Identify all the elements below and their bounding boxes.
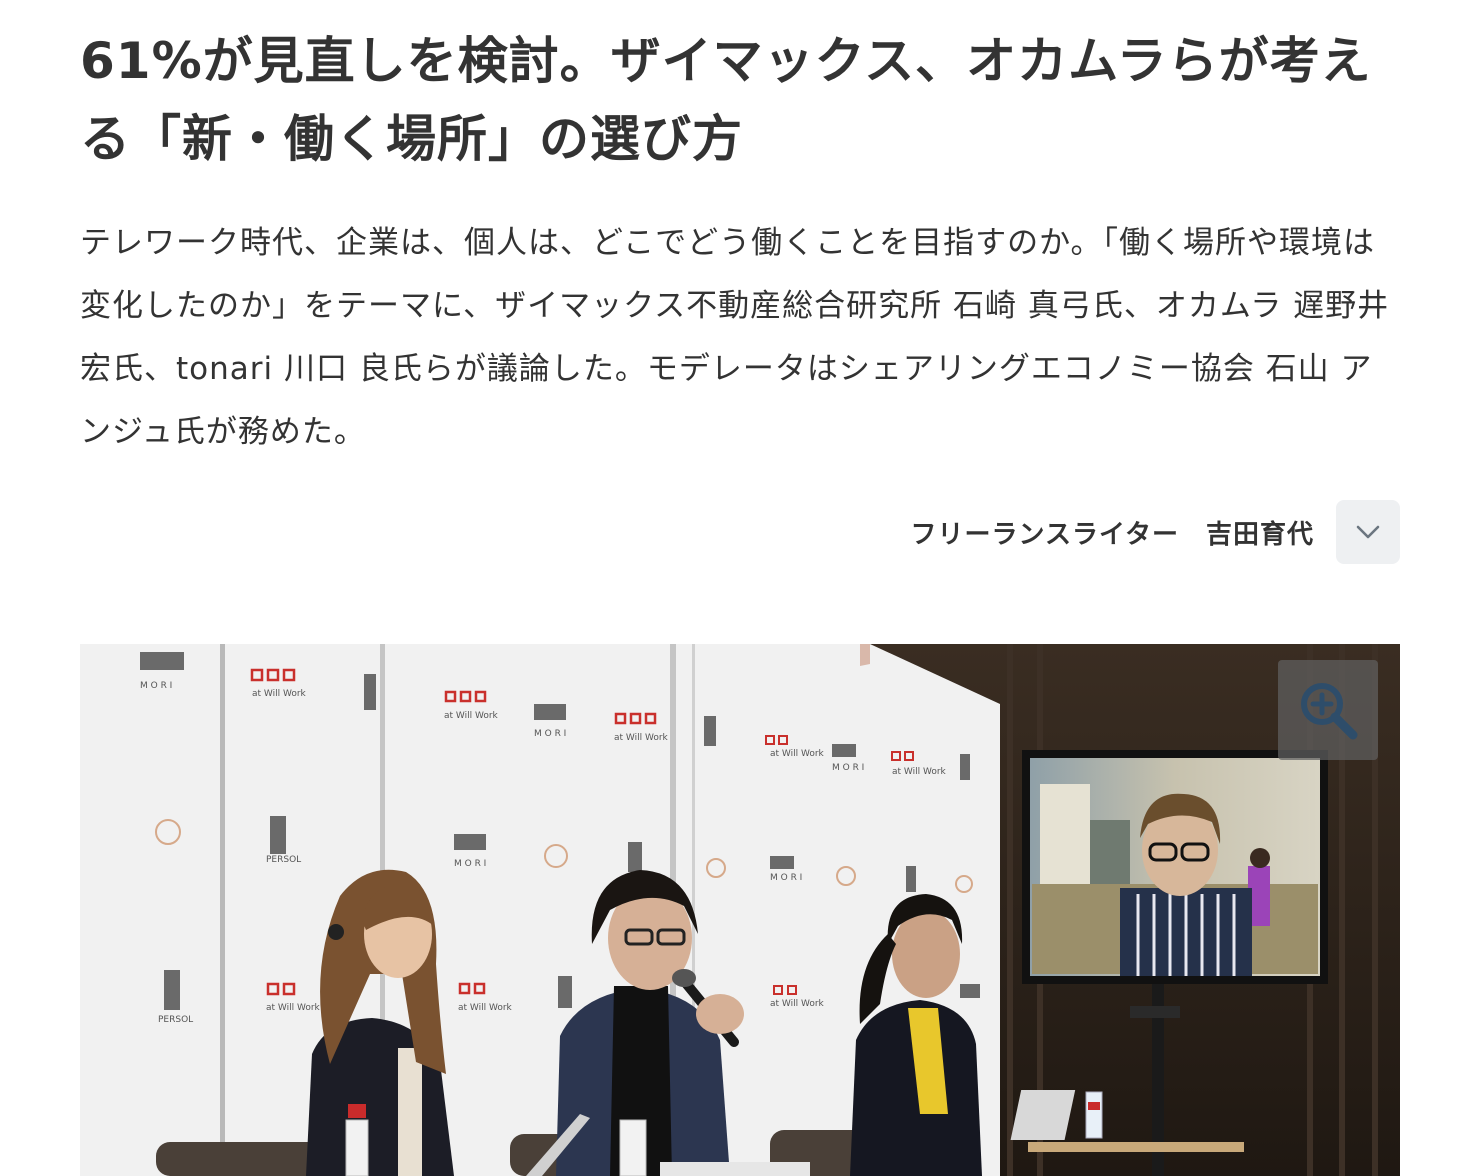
- svg-text:PERSOL: PERSOL: [266, 855, 301, 865]
- svg-text:M O R I: M O R I: [454, 859, 486, 869]
- svg-text:M O R I: M O R I: [770, 873, 802, 883]
- chevron-down-icon: [1356, 525, 1380, 539]
- article: 61%が見直しを検討。ザイマックス、オカムラらが考える「新・働く場所」の選び方 …: [0, 0, 1474, 1176]
- article-title: 61%が見直しを検討。ザイマックス、オカムラらが考える「新・働く場所」の選び方: [80, 32, 1372, 168]
- svg-text:at Will Work: at Will Work: [252, 689, 307, 699]
- zoom-in-icon: [1301, 683, 1358, 740]
- svg-text:M O R I: M O R I: [534, 729, 566, 739]
- svg-text:at Will Work: at Will Work: [444, 711, 499, 721]
- svg-text:M O R I: M O R I: [832, 763, 864, 773]
- panel-discussion-photo: M O R I at Will Work at Will Work M O R …: [80, 644, 1400, 1176]
- svg-text:at Will Work: at Will Work: [770, 999, 825, 1009]
- photo-zoom-button[interactable]: [1278, 660, 1378, 760]
- svg-text:at Will Work: at Will Work: [614, 733, 669, 743]
- svg-text:at Will Work: at Will Work: [458, 1003, 513, 1013]
- author-expand-button[interactable]: [1336, 500, 1400, 564]
- svg-text:PERSOL: PERSOL: [158, 1015, 193, 1025]
- article-photo[interactable]: M O R I at Will Work at Will Work M O R …: [80, 644, 1400, 1176]
- svg-text:at Will Work: at Will Work: [892, 767, 947, 777]
- byline: フリーランスライター 吉田育代: [911, 500, 1400, 564]
- svg-text:at Will Work: at Will Work: [770, 749, 825, 759]
- svg-text:M O R I: M O R I: [140, 681, 172, 691]
- author-name: フリーランスライター 吉田育代: [910, 519, 1314, 550]
- article-lead: テレワーク時代、企業は、個人は、どこでどう働くことを目指すのか。「働く場所や環境…: [80, 225, 1390, 450]
- svg-text:at Will Work: at Will Work: [266, 1003, 321, 1013]
